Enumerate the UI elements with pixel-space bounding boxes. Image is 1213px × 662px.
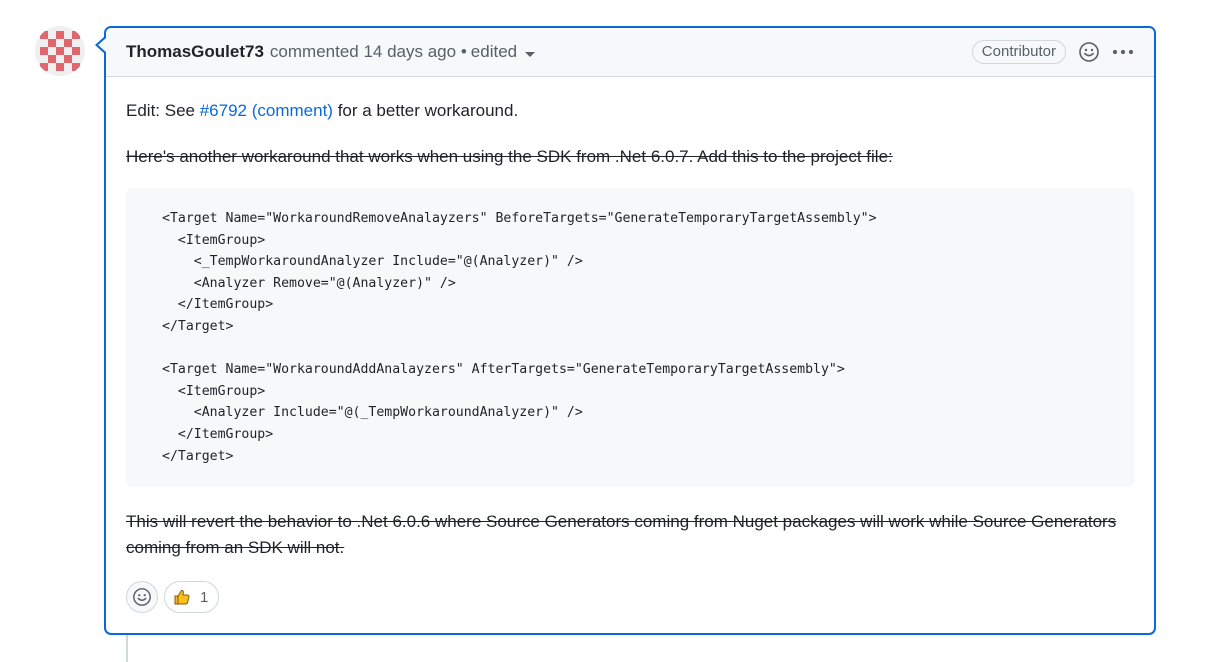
reactions-bar: 1 [126, 581, 220, 613]
comment-body: Edit: See #6792 (comment) for a better w… [106, 99, 1154, 561]
comment-caret-fill [98, 38, 106, 52]
thumbs-up-reaction[interactable]: 1 [164, 581, 220, 613]
header-actions: Contributor [971, 40, 1134, 64]
contributor-badge: Contributor [971, 40, 1066, 64]
more-options-button[interactable] [1112, 49, 1134, 55]
thumbs-up-icon [174, 589, 190, 605]
issue-link[interactable]: #6792 [200, 101, 247, 120]
edit-note: Edit: See #6792 (comment) for a better w… [126, 99, 1134, 123]
comment-timestamp[interactable]: commented 14 days ago • [270, 42, 467, 62]
edit-prefix: Edit: See [126, 101, 200, 120]
comment-link[interactable]: (comment) [252, 101, 333, 120]
smiley-icon [133, 588, 151, 606]
timeline-line [126, 634, 128, 662]
avatar-identicon [35, 26, 85, 76]
add-reaction-button[interactable] [1078, 41, 1100, 63]
smiley-icon [1079, 42, 1099, 62]
comment-header: ThomasGoulet73 commented 14 days ago • e… [106, 28, 1154, 77]
chevron-down-icon [525, 51, 536, 57]
code-block: <Target Name="WorkaroundRemoveAnalayzers… [126, 188, 1134, 487]
revert-paragraph: This will revert the behavior to .Net 6.… [126, 512, 1117, 557]
author-link[interactable]: ThomasGoulet73 [126, 42, 264, 62]
add-reaction-footer-button[interactable] [126, 581, 158, 613]
avatar[interactable] [35, 26, 85, 76]
edited-dropdown[interactable]: edited [470, 42, 536, 62]
edited-label: edited [470, 42, 518, 61]
workaround-paragraph: Here's another workaround that works whe… [126, 147, 893, 166]
comment-box: ThomasGoulet73 commented 14 days ago • e… [104, 26, 1156, 635]
kebab-horizontal-icon [1112, 49, 1134, 55]
reaction-count: 1 [200, 588, 209, 606]
edit-suffix: for a better workaround. [332, 101, 519, 120]
